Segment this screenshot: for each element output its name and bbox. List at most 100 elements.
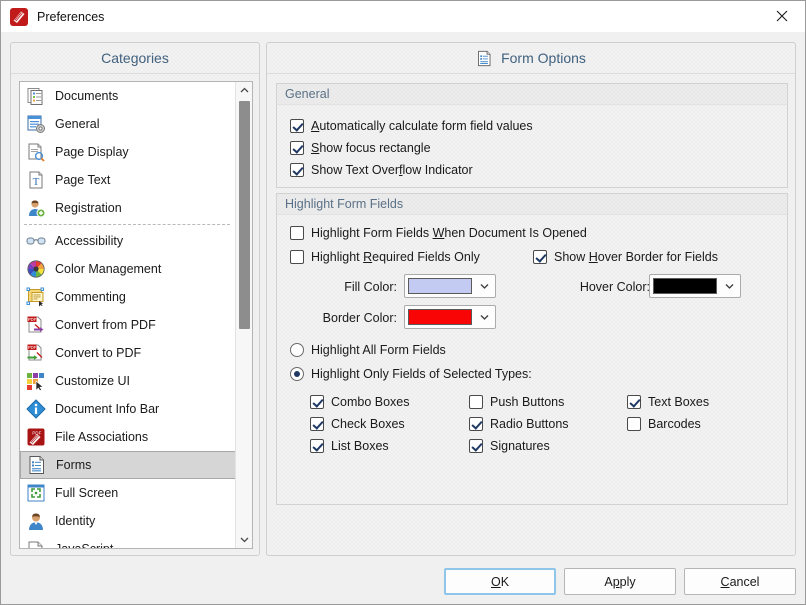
border-color-label: Border Color: — [322, 311, 397, 325]
sidebar-item-customize-ui[interactable]: Customize UI — [20, 367, 236, 395]
sidebar-item-convert-from-pdf[interactable]: PDF Convert from PDF — [20, 311, 236, 339]
sidebar-item-commenting[interactable]: Commenting — [20, 283, 236, 311]
scroll-down-button[interactable] — [236, 531, 252, 548]
checkbox-box[interactable] — [627, 395, 641, 409]
sidebar-item-javascript[interactable]: JavaScript — [20, 535, 236, 548]
checkbox-box[interactable] — [469, 439, 483, 453]
chevron-down-icon[interactable] — [717, 283, 740, 289]
close-button[interactable] — [759, 1, 805, 31]
forms-icon — [27, 455, 47, 475]
sidebar-item-registration[interactable]: Registration — [20, 194, 236, 222]
chevron-down-icon[interactable] — [472, 314, 495, 320]
checkbox-box[interactable] — [469, 417, 483, 431]
highlight-when-document-opened[interactable]: Highlight Form Fields When Document Is O… — [290, 226, 587, 240]
sidebar-item-label: Customize UI — [55, 373, 131, 388]
svg-text:T: T — [33, 176, 40, 188]
sidebar-item-identity[interactable]: Identity — [20, 507, 236, 535]
checkbox-box[interactable] — [290, 226, 304, 240]
sidebar-item-label: Identity — [55, 513, 96, 528]
form-options-icon — [476, 50, 493, 67]
highlight-required-fields-only[interactable]: Highlight Required Fields Only — [290, 250, 480, 264]
checkbox-label: Check Boxes — [331, 417, 405, 431]
auto-calculate-form-field-values[interactable]: Automatically calculate form field value… — [290, 115, 787, 137]
radio-label: Highlight All Form Fields — [311, 343, 446, 357]
type-text-boxes[interactable]: Text Boxes — [627, 395, 709, 409]
sidebar-item-label: Forms — [56, 457, 92, 472]
registration-user-icon — [26, 198, 46, 218]
type-signatures[interactable]: Signatures — [469, 439, 550, 453]
page-display-icon — [26, 142, 46, 162]
checkbox-box[interactable] — [290, 141, 304, 155]
type-combo-boxes[interactable]: Combo Boxes — [310, 395, 410, 409]
checkbox-box[interactable] — [290, 250, 304, 264]
preferences-dialog: Preferences Categories Documents General… — [0, 0, 806, 605]
checkbox-box[interactable] — [469, 395, 483, 409]
documents-icon — [26, 86, 46, 106]
hover-color-combo[interactable] — [649, 274, 741, 298]
sidebar-item-label: Convert from PDF — [55, 317, 156, 332]
border-color-combo[interactable] — [404, 305, 496, 329]
checkbox-box[interactable] — [290, 119, 304, 133]
highlight-only-selected-types[interactable]: Highlight Only Fields of Selected Types: — [290, 367, 532, 381]
checkbox-label: Text Boxes — [648, 395, 710, 409]
checkbox-box[interactable] — [627, 417, 641, 431]
page-text-icon: T — [26, 170, 46, 190]
checkbox-box[interactable] — [310, 395, 324, 409]
scrollbar-thumb[interactable] — [239, 101, 250, 329]
scroll-up-button[interactable] — [236, 82, 252, 99]
sidebar-item-accessibility[interactable]: Accessibility — [20, 227, 236, 255]
radio-circle[interactable] — [290, 367, 304, 381]
close-icon — [776, 10, 788, 22]
convert-from-pdf-icon: PDF — [26, 315, 46, 335]
categories-header: Categories — [11, 43, 259, 74]
show-hover-border-for-fields[interactable]: Show Hover Border for Fields — [533, 250, 718, 264]
accessibility-glasses-icon — [26, 231, 46, 251]
ok-button[interactable]: OK — [444, 568, 556, 595]
sidebar-item-documents[interactable]: Documents — [20, 82, 236, 110]
general-group-body: Automatically calculate form field value… — [277, 105, 787, 181]
show-text-overflow-indicator[interactable]: Show Text Overflow Indicator — [290, 159, 787, 181]
pdfxchange-logo-icon — [10, 7, 28, 26]
show-focus-rectangle[interactable]: Show focus rectangle — [290, 137, 787, 159]
ok-button-label: OK — [490, 574, 510, 589]
sidebar-item-label: Registration — [55, 200, 122, 215]
highlight-all-form-fields[interactable]: Highlight All Form Fields — [290, 343, 446, 357]
sidebar-item-file-associations[interactable]: PDF File Associations — [20, 423, 236, 451]
sidebar-item-general[interactable]: General — [20, 110, 236, 138]
radio-circle[interactable] — [290, 343, 304, 357]
checkbox-box[interactable] — [310, 439, 324, 453]
sidebar-item-document-info-bar[interactable]: Document Info Bar — [20, 395, 236, 423]
checkbox-label: Highlight Required Fields Only — [311, 250, 480, 264]
identity-user-icon — [26, 511, 46, 531]
checkbox-box[interactable] — [290, 163, 304, 177]
checkbox-box[interactable] — [533, 250, 547, 264]
apply-button[interactable]: Apply — [564, 568, 676, 595]
chevron-down-icon[interactable] — [472, 283, 495, 289]
type-list-boxes[interactable]: List Boxes — [310, 439, 389, 453]
categories-panel: Categories Documents General Page Displa… — [10, 42, 260, 556]
sidebar-item-page-text[interactable]: T Page Text — [20, 166, 236, 194]
type-barcodes[interactable]: Barcodes — [627, 417, 701, 431]
type-push-buttons[interactable]: Push Buttons — [469, 395, 564, 409]
file-associations-pdf-icon: PDF — [26, 427, 46, 447]
sidebar-item-label: Full Screen — [55, 485, 119, 500]
categories-list: Documents General Page Display T Page Te… — [19, 81, 253, 549]
form-options-panel: Form Options General Automatically calcu… — [266, 42, 796, 556]
sidebar-item-page-display[interactable]: Page Display — [20, 138, 236, 166]
form-options-header: Form Options — [267, 43, 795, 74]
sidebar-item-convert-to-pdf[interactable]: PDF Convert to PDF — [20, 339, 236, 367]
sidebar-item-color-management[interactable]: Color Management — [20, 255, 236, 283]
sidebar-item-full-screen[interactable]: Full Screen — [20, 479, 236, 507]
fill-color-combo[interactable] — [404, 274, 496, 298]
checkbox-box[interactable] — [310, 417, 324, 431]
sidebar-item-forms[interactable]: Forms — [20, 451, 236, 479]
window-title: Preferences — [37, 9, 105, 24]
cancel-button[interactable]: Cancel — [684, 568, 796, 595]
type-check-boxes[interactable]: Check Boxes — [310, 417, 405, 431]
type-radio-buttons[interactable]: Radio Buttons — [469, 417, 569, 431]
general-group-title: General — [277, 84, 787, 105]
categories-scrollbar[interactable] — [235, 82, 252, 548]
apply-button-label: Apply — [604, 574, 636, 589]
dialog-button-bar: OK Apply Cancel — [1, 558, 805, 604]
svg-text:PDF: PDF — [28, 345, 37, 350]
